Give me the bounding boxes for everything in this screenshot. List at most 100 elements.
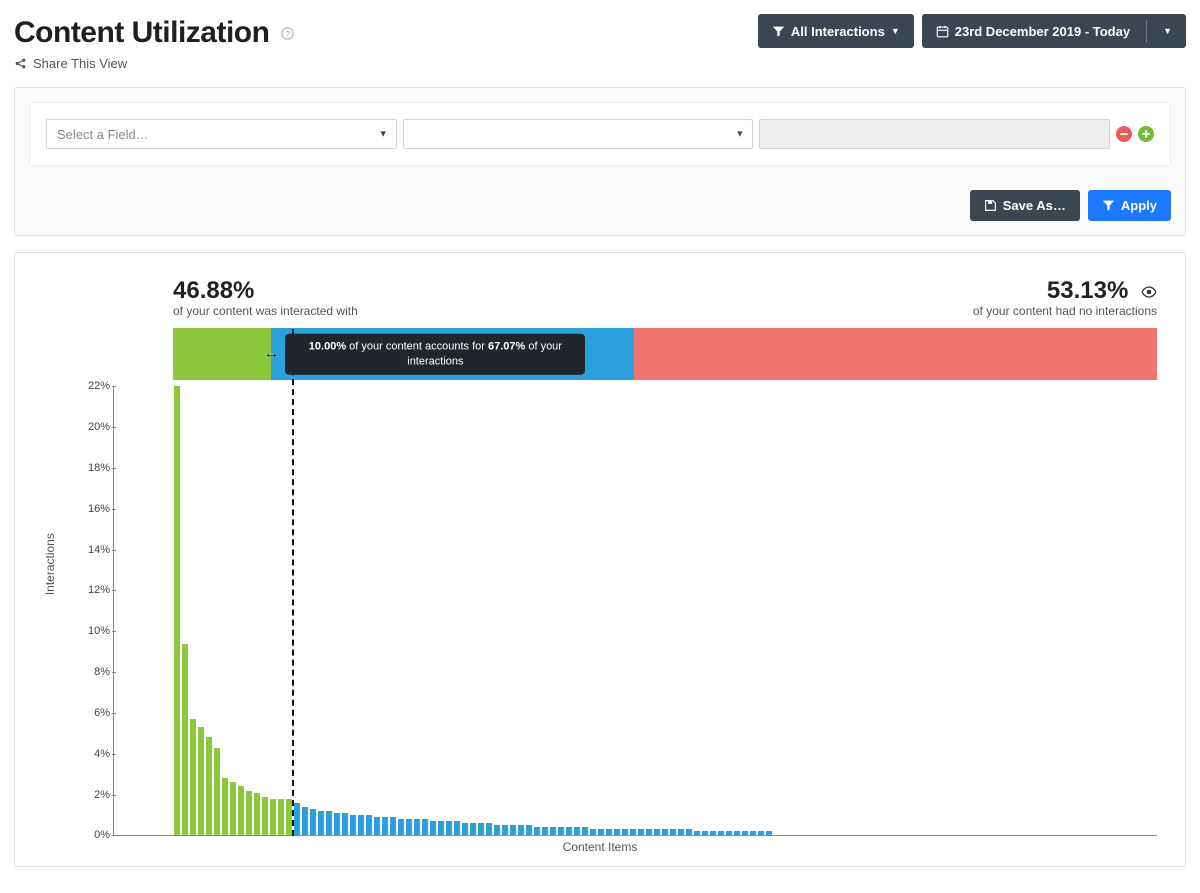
help-icon[interactable]: ? xyxy=(281,25,294,42)
chart-bar[interactable] xyxy=(454,821,460,835)
chart-bar[interactable] xyxy=(190,719,196,835)
chart-bar[interactable] xyxy=(646,829,652,835)
chart-bar[interactable] xyxy=(750,831,756,835)
chart-bar[interactable] xyxy=(278,799,284,836)
date-range-button[interactable]: 23rd December 2019 - Today ▼ xyxy=(922,14,1186,48)
chart-bar[interactable] xyxy=(414,819,420,835)
chart-bar[interactable] xyxy=(262,797,268,836)
chart-bar[interactable] xyxy=(254,793,260,836)
chart-bar[interactable] xyxy=(214,748,220,836)
chart-bar[interactable] xyxy=(678,829,684,835)
chart-bar[interactable] xyxy=(462,823,468,835)
overview-bar[interactable]: ↔10.00% of your content accounts for 67.… xyxy=(173,328,1157,380)
chart-bar[interactable] xyxy=(598,829,604,835)
chart-bar[interactable] xyxy=(550,827,556,835)
chart-bar[interactable] xyxy=(326,811,332,835)
chart-bar[interactable] xyxy=(742,831,748,835)
no-interactions-pct-value: 53.13% xyxy=(1047,277,1128,304)
chart-bar[interactable] xyxy=(374,817,380,835)
chart-bar[interactable] xyxy=(622,829,628,835)
chart-bar[interactable] xyxy=(526,825,532,835)
search-input-disabled xyxy=(759,119,1110,149)
chart-bar[interactable] xyxy=(342,813,348,835)
chart-bar[interactable] xyxy=(438,821,444,835)
chart-bar[interactable] xyxy=(534,827,540,835)
chart-bar[interactable] xyxy=(702,831,708,835)
chart-bar[interactable] xyxy=(198,727,204,835)
field-select[interactable]: Select a Field… ▼ xyxy=(46,119,397,149)
share-view-link[interactable]: Share This View xyxy=(14,56,127,71)
chart-wrap: Interactions 0%2%4%6%8%10%12%14%16%18%20… xyxy=(43,386,1157,854)
chart-bar[interactable] xyxy=(350,815,356,835)
chart-bar[interactable] xyxy=(718,831,724,835)
remove-filter-button[interactable] xyxy=(1116,126,1132,142)
chart-bar[interactable] xyxy=(334,813,340,835)
chart-bar[interactable] xyxy=(630,829,636,835)
overview-segment-none[interactable] xyxy=(634,328,1157,380)
chart-bar[interactable] xyxy=(510,825,516,835)
add-filter-button[interactable] xyxy=(1138,126,1154,142)
chart-bar[interactable] xyxy=(710,831,716,835)
save-as-button[interactable]: Save As… xyxy=(970,190,1080,221)
chart-bar[interactable] xyxy=(246,791,252,836)
chart-bar[interactable] xyxy=(270,799,276,836)
apply-button[interactable]: Apply xyxy=(1088,190,1171,221)
chart-bar[interactable] xyxy=(230,782,236,835)
chart-bar[interactable] xyxy=(406,819,412,835)
chart-bar[interactable] xyxy=(366,815,372,835)
chart-bar[interactable] xyxy=(542,827,548,835)
chart-bar[interactable] xyxy=(518,825,524,835)
chart-bar[interactable] xyxy=(566,827,572,835)
interactions-filter-button[interactable]: All Interactions ▼ xyxy=(758,14,914,48)
chart-bar[interactable] xyxy=(430,821,436,835)
interacted-pct: 46.88% xyxy=(173,277,358,305)
chart-bar[interactable] xyxy=(446,821,452,835)
chart-bar[interactable] xyxy=(670,829,676,835)
chart-bar[interactable] xyxy=(318,811,324,835)
save-icon xyxy=(984,198,997,213)
eye-icon[interactable] xyxy=(1141,285,1157,301)
chart-bar[interactable] xyxy=(398,819,404,835)
chart-bar[interactable] xyxy=(502,825,508,835)
chart-bar[interactable] xyxy=(486,823,492,835)
y-tick: 20% xyxy=(70,421,110,433)
chart-bar[interactable] xyxy=(238,786,244,835)
chart-bar[interactable] xyxy=(582,827,588,835)
chart-bar[interactable] xyxy=(558,827,564,835)
chart-bar[interactable] xyxy=(662,829,668,835)
chart-bar[interactable] xyxy=(606,829,612,835)
chart-bar[interactable] xyxy=(734,831,740,835)
chart-bar[interactable] xyxy=(358,815,364,835)
y-tick: 22% xyxy=(70,380,110,392)
chart-bar[interactable] xyxy=(310,809,316,836)
chart-bar[interactable] xyxy=(614,829,620,835)
chart-bar[interactable] xyxy=(382,817,388,835)
chart-bar[interactable] xyxy=(294,803,300,836)
chart-bar[interactable] xyxy=(686,829,692,835)
chart-bar[interactable] xyxy=(478,823,484,835)
chart-bar[interactable] xyxy=(182,644,188,836)
chart-bar[interactable] xyxy=(590,829,596,835)
chart-bar[interactable] xyxy=(422,819,428,835)
button-divider xyxy=(1146,20,1147,42)
chart-bar[interactable] xyxy=(638,829,644,835)
chart-bar[interactable] xyxy=(174,386,180,835)
chart-bar[interactable] xyxy=(470,823,476,835)
chart-bar[interactable] xyxy=(302,807,308,836)
chart-bar[interactable] xyxy=(694,831,700,835)
chart-bar[interactable] xyxy=(390,817,396,835)
summary-interacted: 46.88% of your content was interacted wi… xyxy=(173,277,358,318)
chart-bar[interactable] xyxy=(726,831,732,835)
interacted-label: of your content was interacted with xyxy=(173,305,358,319)
threshold-drag-handle[interactable]: ↔ xyxy=(263,345,279,363)
chevron-down-icon: ▼ xyxy=(379,129,388,139)
chart-bar[interactable] xyxy=(766,831,772,835)
overview-segment-top[interactable] xyxy=(173,328,271,380)
chart-bar[interactable] xyxy=(574,827,580,835)
value-select[interactable]: ▼ xyxy=(403,119,754,149)
chart-bar[interactable] xyxy=(494,825,500,835)
chart-bar[interactable] xyxy=(206,737,212,835)
chart-bar[interactable] xyxy=(222,778,228,835)
chart-bar[interactable] xyxy=(758,831,764,835)
chart-bar[interactable] xyxy=(654,829,660,835)
